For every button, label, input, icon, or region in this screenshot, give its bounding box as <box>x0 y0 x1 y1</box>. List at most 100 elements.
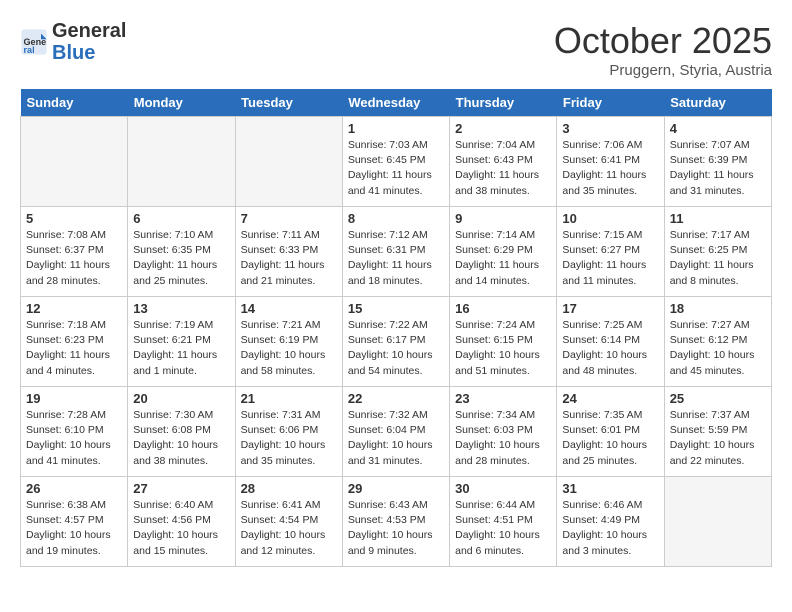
cell-info: Sunrise: 7:35 AMSunset: 6:01 PMDaylight:… <box>562 408 658 469</box>
cell-info: Sunrise: 7:10 AMSunset: 6:35 PMDaylight:… <box>133 228 229 289</box>
calendar-cell: 20 Sunrise: 7:30 AMSunset: 6:08 PMDayligh… <box>128 387 235 477</box>
calendar-cell: 12 Sunrise: 7:18 AMSunset: 6:23 PMDayligh… <box>21 297 128 387</box>
day-number: 24 <box>562 391 658 406</box>
logo-blue: Blue <box>52 42 126 64</box>
cell-info: Sunrise: 6:40 AMSunset: 4:56 PMDaylight:… <box>133 498 229 559</box>
cell-info: Sunrise: 6:46 AMSunset: 4:49 PMDaylight:… <box>562 498 658 559</box>
cell-info: Sunrise: 7:24 AMSunset: 6:15 PMDaylight:… <box>455 318 551 379</box>
calendar-cell: 3 Sunrise: 7:06 AMSunset: 6:41 PMDaylight… <box>557 117 664 207</box>
calendar-cell: 21 Sunrise: 7:31 AMSunset: 6:06 PMDayligh… <box>235 387 342 477</box>
header-day: Friday <box>557 89 664 117</box>
day-number: 16 <box>455 301 551 316</box>
day-number: 2 <box>455 121 551 136</box>
day-number: 21 <box>241 391 337 406</box>
day-number: 3 <box>562 121 658 136</box>
header-day: Saturday <box>664 89 771 117</box>
calendar-cell: 29Sunrise: 6:43 AMSunset: 4:53 PMDayligh… <box>342 477 449 567</box>
logo-text: General Blue <box>52 20 126 64</box>
calendar-cell: 17Sunrise: 7:25 AMSunset: 6:14 PMDayligh… <box>557 297 664 387</box>
header-row: SundayMondayTuesdayWednesdayThursdayFrid… <box>21 89 772 117</box>
calendar-cell <box>128 117 235 207</box>
day-number: 22 <box>348 391 444 406</box>
calendar-cell: 10Sunrise: 7:15 AMSunset: 6:27 PMDayligh… <box>557 207 664 297</box>
month-title: October 2025 <box>554 20 772 62</box>
logo-general: General <box>52 20 126 42</box>
day-number: 26 <box>26 481 122 496</box>
calendar-cell: 9Sunrise: 7:14 AMSunset: 6:29 PMDaylight… <box>450 207 557 297</box>
day-number: 7 <box>241 211 337 226</box>
header-day: Tuesday <box>235 89 342 117</box>
cell-info: Sunrise: 6:38 AMSunset: 4:57 PMDaylight:… <box>26 498 122 559</box>
cell-info: Sunrise: 7:12 AMSunset: 6:31 PMDaylight:… <box>348 228 444 289</box>
cell-info: Sunrise: 7:18 AMSunset: 6:23 PMDaylight:… <box>26 318 122 379</box>
day-number: 23 <box>455 391 551 406</box>
cell-info: Sunrise: 6:44 AMSunset: 4:51 PMDaylight:… <box>455 498 551 559</box>
calendar-cell: 22 Sunrise: 7:32 AMSunset: 6:04 PMDayligh… <box>342 387 449 477</box>
calendar-cell: 26 Sunrise: 6:38 AMSunset: 4:57 PMDayligh… <box>21 477 128 567</box>
logo: Gene ral General Blue <box>20 20 126 64</box>
calendar-cell: 1 Sunrise: 7:03 AMSunset: 6:45 PMDaylight… <box>342 117 449 207</box>
cell-info: Sunrise: 7:25 AMSunset: 6:14 PMDaylight:… <box>562 318 658 379</box>
logo-icon: Gene ral <box>20 28 48 56</box>
calendar-cell <box>664 477 771 567</box>
cell-info: Sunrise: 7:19 AMSunset: 6:21 PMDaylight:… <box>133 318 229 379</box>
cell-info: Sunrise: 7:15 AMSunset: 6:27 PMDaylight:… <box>562 228 658 289</box>
day-number: 28 <box>241 481 337 496</box>
calendar-cell: 30Sunrise: 6:44 AMSunset: 4:51 PMDayligh… <box>450 477 557 567</box>
calendar-cell: 19 Sunrise: 7:28 AMSunset: 6:10 PMDayligh… <box>21 387 128 477</box>
header-day: Sunday <box>21 89 128 117</box>
day-number: 31 <box>562 481 658 496</box>
day-number: 6 <box>133 211 229 226</box>
day-number: 9 <box>455 211 551 226</box>
cell-info: Sunrise: 7:30 AMSunset: 6:08 PMDaylight:… <box>133 408 229 469</box>
cell-info: Sunrise: 6:41 AMSunset: 4:54 PMDaylight:… <box>241 498 337 559</box>
cell-info: Sunrise: 7:28 AMSunset: 6:10 PMDaylight:… <box>26 408 122 469</box>
calendar-week-row: 5 Sunrise: 7:08 AMSunset: 6:37 PMDaylight… <box>21 207 772 297</box>
cell-info: Sunrise: 7:34 AMSunset: 6:03 PMDaylight:… <box>455 408 551 469</box>
header-day: Wednesday <box>342 89 449 117</box>
cell-info: Sunrise: 7:08 AMSunset: 6:37 PMDaylight:… <box>26 228 122 289</box>
day-number: 5 <box>26 211 122 226</box>
calendar-cell: 7 Sunrise: 7:11 AMSunset: 6:33 PMDaylight… <box>235 207 342 297</box>
header-day: Monday <box>128 89 235 117</box>
calendar-week-row: 1 Sunrise: 7:03 AMSunset: 6:45 PMDaylight… <box>21 117 772 207</box>
day-number: 12 <box>26 301 122 316</box>
calendar-table: SundayMondayTuesdayWednesdayThursdayFrid… <box>20 89 772 567</box>
day-number: 19 <box>26 391 122 406</box>
cell-info: Sunrise: 7:21 AMSunset: 6:19 PMDaylight:… <box>241 318 337 379</box>
title-block: October 2025 Pruggern, Styria, Austria <box>554 20 772 79</box>
day-number: 14 <box>241 301 337 316</box>
calendar-cell: 11Sunrise: 7:17 AMSunset: 6:25 PMDayligh… <box>664 207 771 297</box>
day-number: 13 <box>133 301 229 316</box>
cell-info: Sunrise: 7:17 AMSunset: 6:25 PMDaylight:… <box>670 228 766 289</box>
cell-info: Sunrise: 7:03 AMSunset: 6:45 PMDaylight:… <box>348 138 444 199</box>
calendar-cell: 31 Sunrise: 6:46 AMSunset: 4:49 PMDayligh… <box>557 477 664 567</box>
header-day: Thursday <box>450 89 557 117</box>
cell-info: Sunrise: 7:04 AMSunset: 6:43 PMDaylight:… <box>455 138 551 199</box>
day-number: 8 <box>348 211 444 226</box>
calendar-cell: 4Sunrise: 7:07 AMSunset: 6:39 PMDaylight… <box>664 117 771 207</box>
cell-info: Sunrise: 7:31 AMSunset: 6:06 PMDaylight:… <box>241 408 337 469</box>
calendar-cell: 24 Sunrise: 7:35 AMSunset: 6:01 PMDayligh… <box>557 387 664 477</box>
day-number: 18 <box>670 301 766 316</box>
cell-info: Sunrise: 7:07 AMSunset: 6:39 PMDaylight:… <box>670 138 766 199</box>
cell-info: Sunrise: 7:32 AMSunset: 6:04 PMDaylight:… <box>348 408 444 469</box>
calendar-cell: 6 Sunrise: 7:10 AMSunset: 6:35 PMDaylight… <box>128 207 235 297</box>
day-number: 27 <box>133 481 229 496</box>
location: Pruggern, Styria, Austria <box>554 62 772 79</box>
cell-info: Sunrise: 7:06 AMSunset: 6:41 PMDaylight:… <box>562 138 658 199</box>
svg-text:ral: ral <box>24 45 35 55</box>
calendar-cell: 14 Sunrise: 7:21 AMSunset: 6:19 PMDayligh… <box>235 297 342 387</box>
day-number: 20 <box>133 391 229 406</box>
calendar-cell: 13 Sunrise: 7:19 AMSunset: 6:21 PMDayligh… <box>128 297 235 387</box>
calendar-week-row: 19 Sunrise: 7:28 AMSunset: 6:10 PMDayligh… <box>21 387 772 477</box>
calendar-cell: 5 Sunrise: 7:08 AMSunset: 6:37 PMDaylight… <box>21 207 128 297</box>
calendar-cell: 27 Sunrise: 6:40 AMSunset: 4:56 PMDayligh… <box>128 477 235 567</box>
day-number: 1 <box>348 121 444 136</box>
calendar-cell: 28 Sunrise: 6:41 AMSunset: 4:54 PMDayligh… <box>235 477 342 567</box>
cell-info: Sunrise: 6:43 AMSunset: 4:53 PMDaylight:… <box>348 498 444 559</box>
cell-info: Sunrise: 7:11 AMSunset: 6:33 PMDaylight:… <box>241 228 337 289</box>
calendar-cell <box>235 117 342 207</box>
calendar-cell: 8 Sunrise: 7:12 AMSunset: 6:31 PMDaylight… <box>342 207 449 297</box>
calendar-cell: 25Sunrise: 7:37 AMSunset: 5:59 PMDayligh… <box>664 387 771 477</box>
